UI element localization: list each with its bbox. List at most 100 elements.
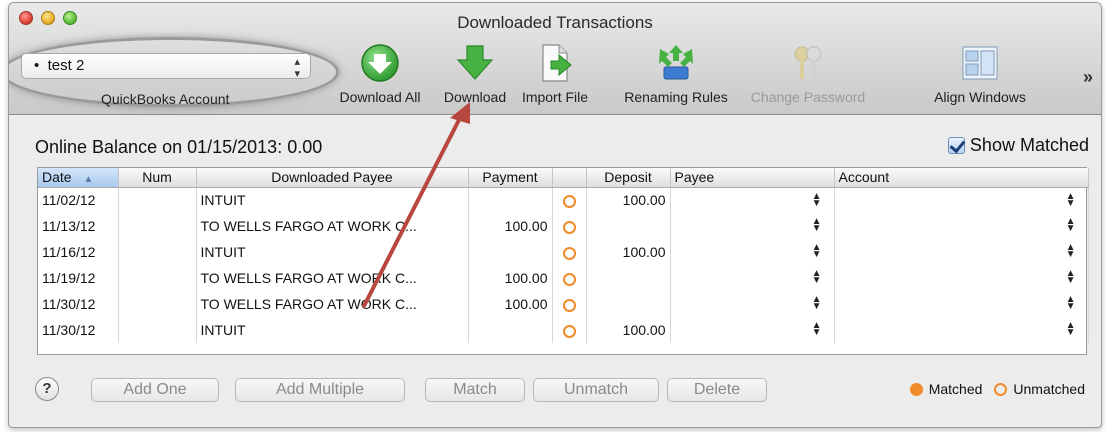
keys-icon bbox=[788, 43, 828, 83]
legend-matched-label: Matched bbox=[928, 381, 983, 397]
column-header-date[interactable]: Date ▲ bbox=[38, 168, 119, 188]
stepper-arrows-icon: ▲ ▼ bbox=[1065, 216, 1076, 234]
download-arrow-icon bbox=[455, 43, 495, 83]
change-password-button[interactable]: Change Password bbox=[743, 43, 873, 105]
stepper-arrows-icon: ▲ ▼ bbox=[1065, 190, 1076, 209]
unmatched-circle-icon bbox=[994, 382, 1008, 396]
cell-payment bbox=[468, 317, 553, 343]
stepper-arrows-icon: ▲ ▼ bbox=[811, 294, 822, 312]
account-select[interactable]: ▲ ▼ bbox=[834, 187, 1089, 213]
cell-payment: 100.00 bbox=[468, 213, 553, 239]
cell-status[interactable] bbox=[552, 317, 587, 343]
account-select[interactable]: ▲ ▼ bbox=[834, 239, 1089, 265]
account-select[interactable]: ▲ ▼ bbox=[834, 213, 1089, 239]
unmatched-circle-icon[interactable] bbox=[562, 220, 576, 234]
payee-select[interactable]: ▲ ▼ bbox=[670, 213, 835, 239]
toolbar-overflow-button[interactable]: » bbox=[1083, 67, 1093, 88]
cell-deposit bbox=[586, 291, 671, 317]
payee-select[interactable]: ▲ ▼ bbox=[670, 187, 835, 213]
table-row[interactable]: 11/13/12 TO WELLS FARGO AT WORK C... 100.0… bbox=[38, 213, 1089, 239]
download-all-button[interactable]: Download All bbox=[331, 43, 429, 105]
column-header-account[interactable]: Account bbox=[834, 168, 1089, 188]
transactions-table: Date ▲ Num Downloaded Payee Payment Depo… bbox=[37, 167, 1089, 355]
renaming-rules-icon bbox=[656, 43, 696, 83]
download-all-label: Download All bbox=[339, 89, 421, 105]
import-file-button[interactable]: Import File bbox=[517, 43, 593, 105]
unmatch-button[interactable]: Unmatch bbox=[533, 378, 659, 402]
cell-status[interactable] bbox=[552, 239, 587, 265]
cell-status[interactable] bbox=[552, 187, 587, 213]
payee-select[interactable]: ▲ ▼ bbox=[670, 265, 835, 291]
column-header-payment[interactable]: Payment bbox=[468, 168, 553, 188]
import-file-label: Import File bbox=[521, 89, 589, 105]
cell-status[interactable] bbox=[552, 291, 587, 317]
help-button[interactable]: ? bbox=[35, 377, 59, 401]
payee-select[interactable]: ▲ ▼ bbox=[670, 317, 835, 343]
download-button[interactable]: Download bbox=[437, 43, 513, 105]
match-button[interactable]: Match bbox=[425, 378, 525, 402]
cell-deposit bbox=[586, 213, 671, 239]
select-arrows-icon: ▴ ▾ bbox=[294, 56, 300, 80]
column-header-status[interactable] bbox=[552, 168, 587, 188]
cell-payment: 100.00 bbox=[468, 265, 553, 291]
download-label: Download bbox=[443, 89, 507, 105]
cell-deposit: 100.00 bbox=[586, 317, 671, 343]
download-all-icon bbox=[360, 43, 400, 83]
add-multiple-button[interactable]: Add Multiple bbox=[235, 378, 405, 402]
cell-date: 11/19/12 bbox=[38, 265, 119, 291]
cell-status[interactable] bbox=[552, 213, 587, 239]
cell-date: 11/02/12 bbox=[38, 187, 119, 213]
column-header-deposit[interactable]: Deposit bbox=[586, 168, 671, 188]
cell-num bbox=[118, 239, 197, 265]
cell-deposit: 100.00 bbox=[586, 239, 671, 265]
unmatched-circle-icon[interactable] bbox=[562, 324, 576, 338]
unmatched-circle-icon[interactable] bbox=[562, 195, 576, 209]
change-password-label: Change Password bbox=[750, 89, 866, 105]
cell-num bbox=[118, 213, 197, 239]
column-header-num[interactable]: Num bbox=[118, 168, 197, 188]
cell-deposit: 100.00 bbox=[586, 187, 671, 213]
cell-downloaded-payee: INTUIT bbox=[196, 239, 469, 265]
unmatched-circle-icon[interactable] bbox=[562, 298, 576, 312]
legend-unmatched-label: Unmatched bbox=[1013, 381, 1085, 397]
table-row[interactable]: 11/30/12 INTUIT 100.00 ▲ ▼ ▲ ▼ bbox=[38, 317, 1089, 343]
online-balance: Online Balance on 01/15/2013: 0.00 bbox=[35, 137, 323, 157]
account-select[interactable]: ▲ ▼ bbox=[834, 265, 1089, 291]
unmatched-circle-icon[interactable] bbox=[562, 246, 576, 260]
sort-ascending-icon: ▲ bbox=[83, 174, 94, 186]
column-header-payee[interactable]: Payee bbox=[670, 168, 835, 188]
renaming-rules-label: Renaming Rules bbox=[624, 89, 728, 105]
table-row[interactable]: 11/30/12 TO WELLS FARGO AT WORK C... 100.0… bbox=[38, 291, 1089, 317]
stepper-arrows-icon: ▲ ▼ bbox=[811, 242, 822, 260]
show-matched-checkbox[interactable] bbox=[947, 137, 965, 154]
quickbooks-account-select[interactable]: • test 2 ▴ ▾ bbox=[21, 53, 311, 80]
cell-status[interactable] bbox=[552, 265, 587, 291]
stepper-arrows-icon: ▲ ▼ bbox=[811, 320, 822, 338]
cell-deposit bbox=[586, 265, 671, 291]
table-row[interactable]: 11/19/12 TO WELLS FARGO AT WORK C... 100.0… bbox=[38, 265, 1089, 291]
quickbooks-account-label: QuickBooks Account bbox=[101, 91, 230, 107]
table-row[interactable]: 11/16/12 INTUIT 100.00 ▲ ▼ ▲ ▼ bbox=[38, 239, 1089, 265]
add-one-button[interactable]: Add One bbox=[91, 378, 219, 402]
align-windows-button[interactable]: Align Windows bbox=[923, 43, 1037, 105]
payee-select[interactable]: ▲ ▼ bbox=[670, 239, 835, 265]
align-windows-label: Align Windows bbox=[934, 89, 1026, 105]
match-legend: Matched Unmatched bbox=[898, 381, 1085, 397]
renaming-rules-button[interactable]: Renaming Rules bbox=[613, 43, 739, 105]
payee-select[interactable]: ▲ ▼ bbox=[670, 291, 835, 317]
cell-num bbox=[118, 317, 197, 343]
table-header-row: Date ▲ Num Downloaded Payee Payment Depo… bbox=[38, 168, 1089, 188]
align-windows-icon bbox=[960, 43, 1000, 83]
account-select[interactable]: ▲ ▼ bbox=[834, 291, 1089, 317]
stepper-arrows-icon: ▲ ▼ bbox=[1065, 242, 1076, 260]
table-row[interactable]: 11/02/12 INTUIT 100.00 ▲ ▼ ▲ ▼ bbox=[38, 187, 1089, 213]
column-header-downloaded-payee[interactable]: Downloaded Payee bbox=[196, 168, 469, 188]
cell-downloaded-payee: TO WELLS FARGO AT WORK C... bbox=[196, 265, 469, 291]
delete-button[interactable]: Delete bbox=[667, 378, 767, 402]
stepper-arrows-icon: ▲ ▼ bbox=[1065, 268, 1076, 286]
account-select[interactable]: ▲ ▼ bbox=[834, 317, 1089, 343]
cell-payment bbox=[468, 239, 553, 265]
show-matched-toggle[interactable]: Show Matched bbox=[947, 135, 1089, 156]
cell-downloaded-payee: TO WELLS FARGO AT WORK C... bbox=[196, 291, 469, 317]
unmatched-circle-icon[interactable] bbox=[562, 272, 576, 286]
